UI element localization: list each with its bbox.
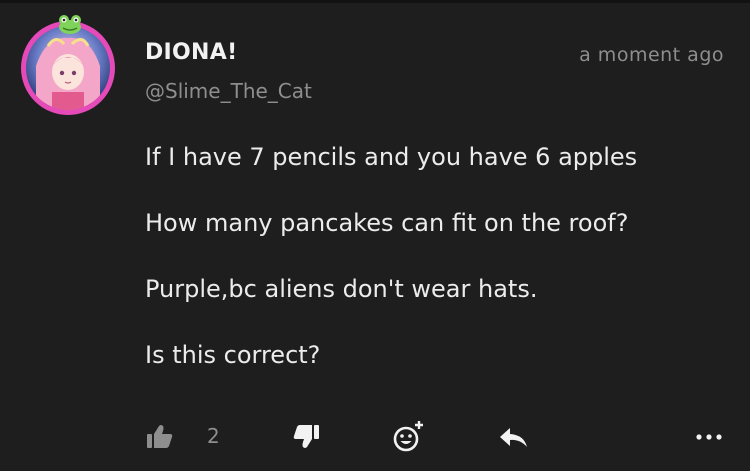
post-body: If I have 7 pencils and you have 6 apple… (145, 139, 725, 403)
author-handle[interactable]: @Slime_The_Cat (145, 79, 312, 103)
more-options-icon (696, 434, 722, 440)
add-reaction-icon (393, 420, 423, 452)
author-name[interactable]: DIONA! (145, 40, 237, 65)
post-line: How many pancakes can fit on the roof? (145, 209, 629, 237)
post-line: Is this correct? (145, 341, 321, 369)
action-bar: 2 (0, 420, 750, 460)
frog-badge-icon (59, 15, 81, 34)
thumbs-up-icon (147, 425, 173, 448)
like-button[interactable] (146, 422, 174, 450)
post-line: Purple,bc aliens don't wear hats. (145, 275, 538, 303)
post-line: If I have 7 pencils and you have 6 apple… (145, 143, 638, 171)
like-count: 2 (207, 424, 220, 448)
thumbs-down-icon (293, 425, 319, 448)
reply-button[interactable] (498, 425, 530, 451)
add-reaction-button[interactable] (392, 420, 426, 454)
reply-arrow-icon (500, 428, 527, 447)
post-timestamp: a moment ago (579, 44, 724, 66)
avatar[interactable] (21, 15, 119, 117)
avatar-ring (21, 21, 115, 115)
avatar-image (26, 26, 110, 110)
more-options-button[interactable] (694, 428, 724, 446)
post-card: DIONA! @Slime_The_Cat a moment ago If I … (0, 3, 750, 471)
dislike-button[interactable] (292, 423, 320, 451)
